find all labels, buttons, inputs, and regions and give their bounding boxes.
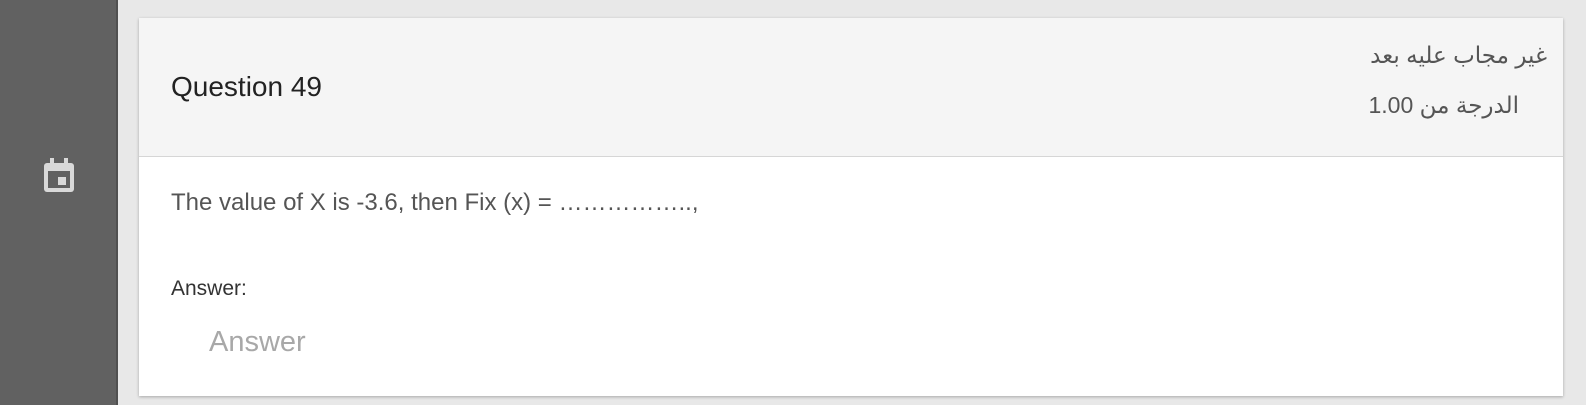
question-text: The value of X is -3.6, then Fix (x) = …… [171,189,699,216]
question-card: Question 49 غير مجاب عليه بعد الدرجة من … [139,18,1563,396]
question-state: غير مجاب عليه بعد [1370,42,1547,68]
answer-input[interactable] [199,320,619,364]
question-title: Question 49 [171,71,322,102]
sidebar [0,0,118,405]
answer-label: Answer: [171,277,247,300]
calendar-icon[interactable] [40,157,78,195]
question-info-header: Question 49 غير مجاب عليه بعد الدرجة من … [139,18,1563,157]
question-grade: الدرجة من 1.00 [1368,92,1519,118]
